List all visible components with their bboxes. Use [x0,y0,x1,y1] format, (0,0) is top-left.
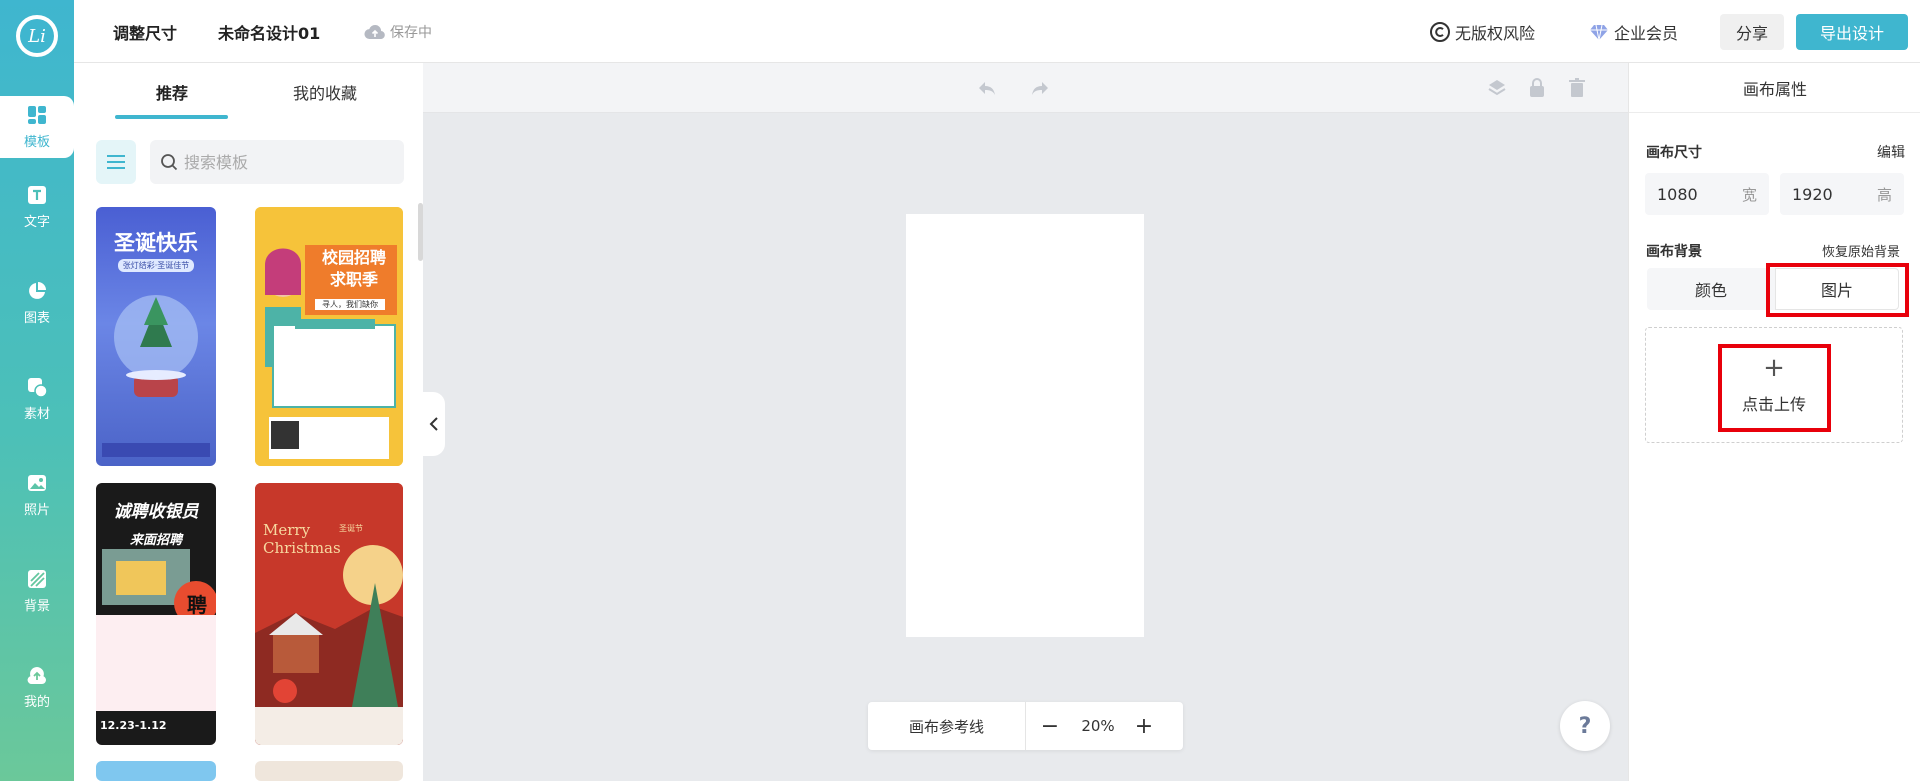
help-button[interactable]: ? [1560,701,1610,751]
menu-icon [107,155,125,169]
properties-panel: 画布属性 画布尺寸 编辑 1080 宽 1920 高 画布背景 恢复原始背景 颜… [1628,63,1920,781]
search-input[interactable] [184,152,384,172]
width-unit: 宽 [1741,185,1757,204]
template-card[interactable]: 校园招聘 求职季 寻人，我们缺你 [255,207,403,466]
width-field[interactable]: 1080 宽 [1645,173,1769,215]
tab-indicator [115,115,228,119]
zoom-in-button[interactable]: + [1124,702,1164,750]
category-menu-button[interactable] [96,140,136,184]
rail-item-photo[interactable]: 照片 [0,464,74,526]
height-field[interactable]: 1920 高 [1780,173,1904,215]
rail-item-label: 图表 [23,311,50,326]
left-rail: Li 模板 文字 图表 素材 照片 背景 我的 [0,0,74,781]
bg-color-tab[interactable]: 颜色 [1647,268,1775,310]
background-icon [28,570,46,588]
template-card[interactable]: Merry Christmas 圣诞节 [255,483,403,745]
card-subtitle: 寻人，我们缺你 [315,299,385,310]
layers-icon[interactable] [1486,77,1508,99]
height-value: 1920 [1792,184,1833,204]
photo-icon [28,475,46,491]
highlight-box [1718,344,1831,432]
canvas-bg-label: 画布背景 [1646,244,1702,260]
card-title: 诚聘收银员 [113,502,199,522]
chevron-left-icon [429,417,438,431]
tab-favorites[interactable]: 我的收藏 [260,63,390,121]
rail-item-text[interactable]: 文字 [0,176,74,238]
copyright-label: 无版权风险 [1455,23,1536,43]
resize-button[interactable]: 调整尺寸 [113,0,177,63]
template-card[interactable]: 圣诞快乐 张灯结彩·圣诞佳节 [96,207,216,466]
diamond-icon [1590,24,1608,40]
chart-icon [29,282,46,299]
card-subtitle: 张灯结彩·圣诞佳节 [118,259,194,272]
zoom-bar: 画布参考线 − 20% + [868,702,1183,750]
vip-link[interactable]: 企业会员 [1588,0,1678,63]
lock-icon[interactable] [1526,77,1548,99]
redo-icon[interactable] [1029,77,1051,99]
export-button[interactable]: 导出设计 [1796,14,1908,50]
rail-item-material[interactable]: 素材 [0,368,74,430]
restore-bg-link[interactable]: 恢复原始背景 [1822,241,1900,260]
width-value: 1080 [1657,184,1698,204]
canvas-toolbar [423,63,1628,113]
rail-item-label: 素材 [23,407,50,422]
rail-item-label: 我的 [23,695,50,710]
tab-recommend[interactable]: 推荐 [107,63,237,121]
cloud-upload-icon [364,24,385,39]
zoom-value: 20% [1081,717,1115,735]
collapse-panel-button[interactable] [423,392,445,456]
rail-item-mine[interactable]: 我的 [0,656,74,718]
share-button[interactable]: 分享 [1720,14,1784,50]
app-root: Li 模板 文字 图表 素材 照片 背景 我的 调整尺寸 未命名设计01 保存中… [0,0,1920,781]
save-status-text: 保存中 [390,24,432,41]
rail-item-background[interactable]: 背景 [0,560,74,622]
template-preview [255,207,403,466]
rail-item-label: 文字 [23,215,50,230]
vip-label: 企业会员 [1614,23,1679,43]
app-logo[interactable]: Li [16,15,58,57]
copyright-link[interactable]: 无版权风险 [1429,0,1535,63]
card-date: 12.23-1.12 [100,719,167,732]
delete-icon[interactable] [1566,77,1588,99]
template-card[interactable] [96,761,216,781]
upload-icon [27,667,46,685]
rail-item-label: 背景 [23,599,50,614]
height-unit: 高 [1876,185,1892,204]
search-icon [161,154,178,171]
rail-item-chart[interactable]: 图表 [0,272,74,334]
properties-title: 画布属性 [1629,63,1920,113]
copyright-icon [1430,21,1450,42]
top-bar: 调整尺寸 未命名设计01 保存中 无版权风险 企业会员 分享 导出设计 [74,0,1920,63]
template-search [150,140,404,184]
logo-mark: Li [20,19,54,53]
canvas-guides-button[interactable]: 画布参考线 [868,702,1026,750]
design-canvas[interactable] [906,214,1144,637]
rail-item-label: 照片 [23,503,50,518]
design-name[interactable]: 未命名设计01 [218,0,320,63]
undo-icon[interactable] [976,77,998,99]
canvas-size-label: 画布尺寸 [1646,145,1702,161]
rail-item-template[interactable]: 模板 [0,96,74,158]
text-icon [28,186,46,204]
template-card[interactable]: 诚聘收银员 来面招聘 聘 12.23-1.12 [96,483,216,745]
edit-size-link[interactable]: 编辑 [1877,142,1905,162]
material-icon [28,378,48,398]
highlight-box [1766,263,1909,317]
card-badge: 聘 [187,593,207,617]
rail-item-label: 模板 [23,135,50,150]
card-title: 校园招聘 求职季 [321,248,386,289]
save-status: 保存中 [364,0,432,63]
template-icon [28,106,46,124]
card-subtitle: 圣诞节 [339,524,363,533]
card-subtitle: 来面招聘 [129,533,182,548]
template-scrollbar[interactable] [418,203,423,261]
card-title: Merry Christmas [263,521,341,557]
card-title: 圣诞快乐 [114,231,198,255]
template-panel: 推荐 我的收藏 圣诞快乐 张灯结彩·圣诞佳节 [74,63,423,781]
template-card[interactable] [255,761,403,781]
